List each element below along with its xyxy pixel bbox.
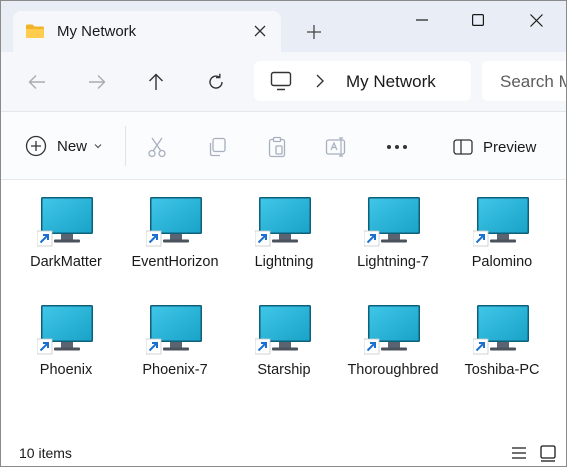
network-computer-icon bbox=[37, 305, 93, 355]
network-computer-label: Thoroughbred bbox=[347, 362, 439, 378]
network-computer-icon bbox=[364, 197, 420, 247]
navigation-bar: My Network Search My Network bbox=[1, 52, 566, 112]
command-separator bbox=[125, 126, 126, 166]
network-computer-item[interactable]: Lightning bbox=[234, 181, 334, 287]
more-options-icon[interactable] bbox=[385, 135, 409, 159]
network-computer-label: Phoenix-7 bbox=[142, 362, 208, 378]
minimize-icon[interactable] bbox=[399, 5, 445, 35]
breadcrumb-location[interactable]: My Network bbox=[346, 72, 436, 92]
plus-circle-icon bbox=[25, 135, 47, 157]
address-bar[interactable]: My Network bbox=[254, 61, 471, 101]
tab-my-network[interactable]: My Network bbox=[13, 11, 281, 52]
folder-icon bbox=[26, 24, 44, 38]
network-computer-icon bbox=[255, 305, 311, 355]
new-button[interactable]: New bbox=[25, 132, 103, 160]
network-computer-item[interactable]: Phoenix bbox=[16, 289, 116, 395]
forward-arrow-icon[interactable] bbox=[83, 68, 111, 96]
computer-icon bbox=[270, 71, 292, 91]
refresh-icon[interactable] bbox=[202, 68, 230, 96]
network-computer-label: Starship bbox=[257, 362, 311, 378]
back-arrow-icon[interactable] bbox=[23, 68, 51, 96]
tab-title: My Network bbox=[57, 23, 137, 40]
close-tab-icon[interactable] bbox=[251, 22, 269, 40]
network-computer-icon bbox=[473, 305, 529, 355]
network-computer-label: EventHorizon bbox=[131, 254, 219, 270]
chevron-right-icon[interactable] bbox=[314, 73, 326, 89]
explorer-window: My Network My Network Search New Preview… bbox=[0, 0, 567, 467]
network-computer-item[interactable]: Thoroughbred bbox=[343, 289, 443, 395]
preview-button-label: Preview bbox=[483, 138, 537, 156]
chevron-down-icon bbox=[94, 144, 102, 149]
network-computer-item[interactable]: Palomino bbox=[452, 181, 552, 287]
large-icons-view-icon[interactable] bbox=[539, 444, 557, 462]
network-computer-icon bbox=[364, 305, 420, 355]
copy-icon[interactable] bbox=[205, 135, 229, 159]
new-button-label: New bbox=[57, 137, 88, 155]
details-view-icon[interactable] bbox=[511, 445, 527, 461]
status-bar: 10 items bbox=[1, 437, 566, 466]
network-computer-item[interactable]: EventHorizon bbox=[125, 181, 225, 287]
network-computer-label: DarkMatter bbox=[30, 254, 102, 270]
network-computer-icon bbox=[146, 305, 202, 355]
search-placeholder[interactable]: Search My Network bbox=[500, 72, 566, 92]
command-bar: New Preview bbox=[1, 112, 566, 180]
item-count: 10 items bbox=[19, 445, 72, 461]
preview-pane-icon bbox=[453, 139, 473, 155]
network-computer-label: Palomino bbox=[471, 254, 533, 270]
network-items-view: DarkMatter EventHorizon Lightning Lightning… bbox=[1, 181, 566, 437]
network-computer-item[interactable]: DarkMatter bbox=[16, 181, 116, 287]
rename-icon[interactable] bbox=[325, 135, 349, 159]
maximize-icon[interactable] bbox=[455, 5, 501, 35]
preview-button[interactable]: Preview bbox=[453, 136, 536, 158]
network-computer-item[interactable]: Phoenix-7 bbox=[125, 289, 225, 395]
up-arrow-icon[interactable] bbox=[142, 68, 170, 96]
network-computer-icon bbox=[146, 197, 202, 247]
network-computer-icon bbox=[473, 197, 529, 247]
title-bar: My Network bbox=[1, 1, 566, 52]
close-window-icon[interactable] bbox=[513, 5, 559, 35]
network-computer-label: Phoenix bbox=[39, 362, 93, 378]
network-computer-label: Lightning-7 bbox=[357, 254, 429, 270]
network-computer-icon bbox=[37, 197, 93, 247]
network-computer-icon bbox=[255, 197, 311, 247]
cut-icon[interactable] bbox=[145, 135, 169, 159]
network-computer-item[interactable]: Starship bbox=[234, 289, 334, 395]
network-computer-label: Lightning bbox=[254, 254, 314, 270]
paste-icon[interactable] bbox=[265, 135, 289, 159]
network-computer-label: Toshiba-PC bbox=[464, 362, 540, 378]
network-computer-item[interactable]: Toshiba-PC bbox=[452, 289, 552, 395]
network-computer-item[interactable]: Lightning-7 bbox=[343, 181, 443, 287]
new-tab-icon[interactable] bbox=[303, 21, 325, 43]
search-box[interactable]: Search My Network bbox=[482, 61, 566, 101]
